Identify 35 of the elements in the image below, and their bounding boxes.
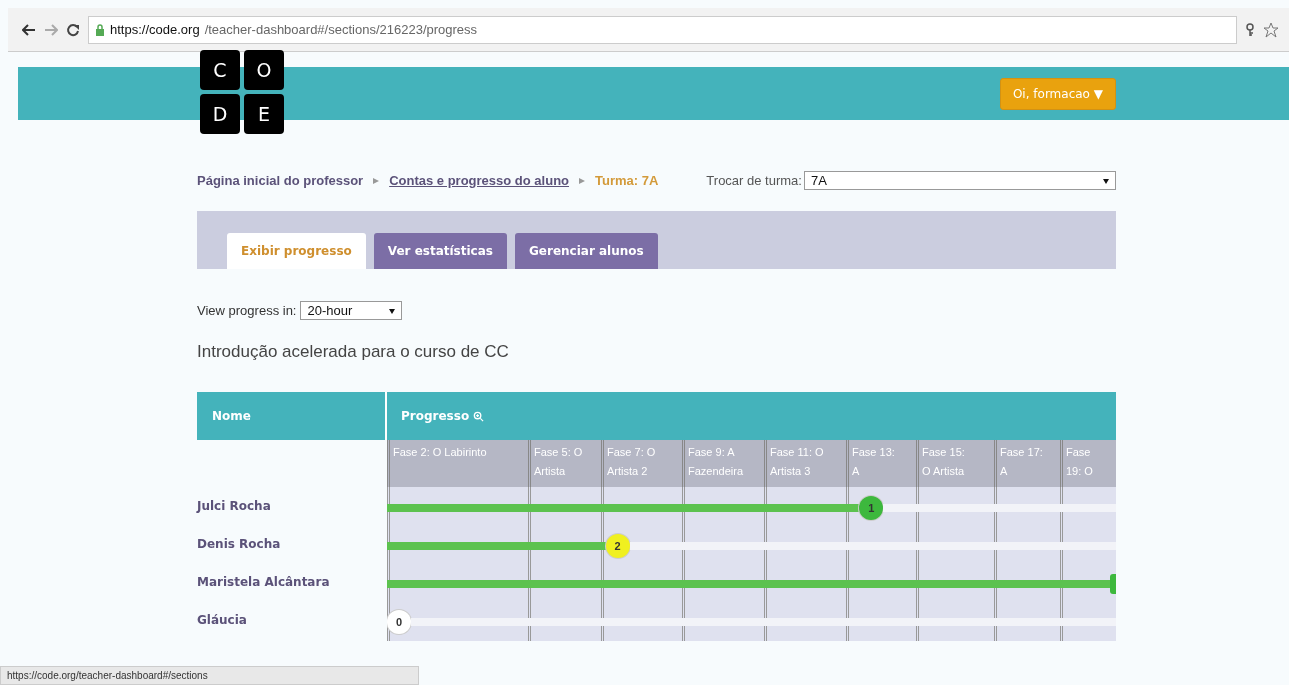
logo-tile[interactable]: E (244, 94, 284, 134)
student-name[interactable]: Gláucia (197, 601, 387, 639)
key-icon[interactable] (1245, 22, 1255, 37)
tab[interactable]: Gerenciar alunos (514, 233, 658, 269)
caret-icon (389, 307, 396, 314)
student-name[interactable]: Maristela Alcântara (197, 563, 387, 601)
logo-tile[interactable]: D (200, 94, 240, 134)
back-icon[interactable] (22, 23, 36, 36)
section-dropdown[interactable]: 7A (803, 171, 1116, 190)
breadcrumb-current: Turma: 7A (595, 173, 659, 188)
section-label: Trocar de turma: (706, 173, 802, 188)
progress-column-header: Progresso (387, 392, 485, 440)
tab[interactable]: Ver estatísticas (373, 233, 507, 269)
course-title: Introdução acelerada para o curso de CC (197, 342, 510, 362)
logo-tile[interactable]: C (200, 50, 240, 90)
stage-badge[interactable]: 0 (387, 610, 411, 634)
breadcrumb-link[interactable]: Contas e progresso do aluno (389, 173, 569, 188)
view-progress-label: View progress in: (197, 303, 297, 318)
reload-icon[interactable] (66, 22, 80, 37)
zoom-icon[interactable] (473, 410, 485, 422)
name-column-header: Nome (197, 392, 387, 440)
breadcrumb-separator-icon (579, 177, 585, 184)
star-icon[interactable] (1263, 21, 1279, 38)
address-bar[interactable]: https://code.org /teacher-dashboard#/sections/216223/progress (88, 15, 1237, 44)
student-name[interactable]: Julci Rocha (197, 487, 387, 525)
caret-icon (1103, 177, 1109, 184)
forward-icon[interactable] (44, 23, 58, 36)
breadcrumb-link[interactable]: Página inicial do professor (197, 173, 364, 188)
view-progress-dropdown[interactable]: 20-hour (300, 301, 403, 320)
breadcrumb-separator-icon (373, 177, 380, 184)
logo-tile[interactable]: O (244, 50, 284, 90)
stage-badge[interactable]: 2 (605, 534, 630, 558)
stage-badge[interactable]: 1 (859, 496, 884, 520)
student-name[interactable]: Denis Rocha (197, 525, 387, 563)
status-url: https://code.org/teacher-dashboard#/sections (0, 666, 419, 685)
